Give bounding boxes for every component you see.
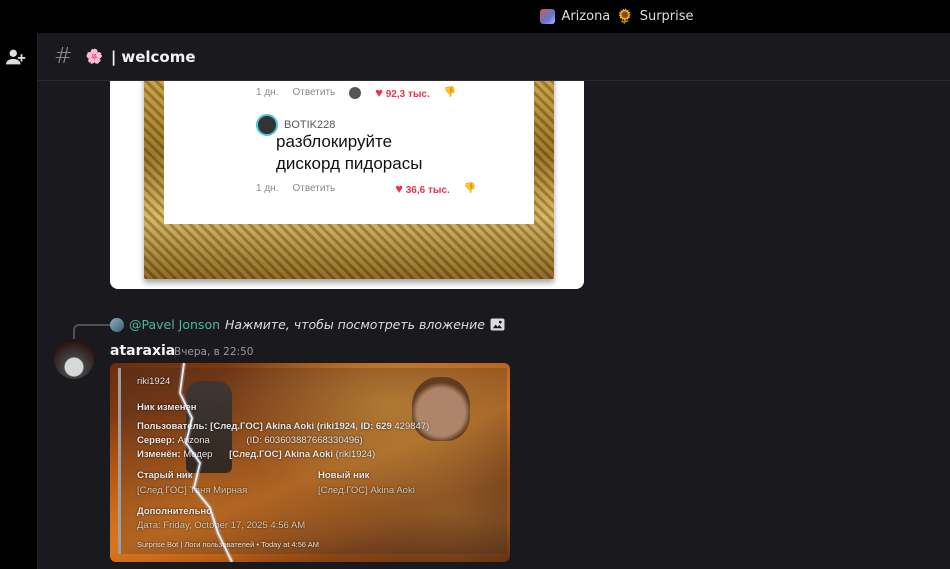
attached-image[interactable]: riki1924 Ник изменен Пользователь: [След… <box>110 363 510 562</box>
channel-name[interactable]: | welcome <box>111 48 196 66</box>
message-timestamp: Вчера, в 22:50 <box>174 346 254 358</box>
add-friend-icon[interactable] <box>5 46 27 68</box>
comment-time-2: 1 дн. <box>256 183 279 194</box>
image-icon <box>490 318 505 331</box>
meme-canvas: 1 дн. Ответить ♥ 92,3 тыс. 👎 BOTIK228 ра… <box>164 81 534 224</box>
reply-preview[interactable]: Нажмите, чтобы посмотреть вложение <box>225 317 485 332</box>
embed-author: riki1924 <box>137 376 171 387</box>
comment-avatar <box>256 114 278 136</box>
comment-reply: Ответить <box>292 87 336 98</box>
comment-username: BOTIK228 <box>284 119 336 131</box>
message-list[interactable]: 1 дн. Ответить ♥ 92,3 тыс. 👎 BOTIK228 ра… <box>38 81 950 569</box>
changed-user: (riki1924) <box>335 449 376 460</box>
channel-header: # 🌸 | welcome <box>38 33 950 81</box>
avatar[interactable] <box>54 339 94 379</box>
channel-separator: | <box>110 47 117 66</box>
message-author[interactable]: ataraxia <box>110 343 175 359</box>
reply-avatar <box>110 317 124 332</box>
reply-connector <box>73 324 111 340</box>
new-nick-label: Новый ник <box>318 470 370 481</box>
comment-line-1: разблокируйте <box>276 132 393 151</box>
comment-meta-row-2: 1 дн. Ответить ♥ 36,6 тыс. 👎 <box>256 181 476 196</box>
date-label: Дата: <box>137 520 161 531</box>
server-label: Сервер: <box>137 435 175 446</box>
channel-name-text: welcome <box>121 47 196 66</box>
comment-meta-row: 1 дн. Ответить ♥ 92,3 тыс. 👎 <box>256 85 456 100</box>
dislike-icon: 👎 <box>463 183 477 194</box>
mini-avatar <box>349 86 362 99</box>
comment-line-2: дискорд пидорасы <box>276 154 423 173</box>
server-name: Arizona <box>561 9 611 24</box>
user-value-tail: 429847) <box>394 421 430 432</box>
comment-likes: 92,3 тыс. <box>385 89 430 100</box>
reply-username[interactable]: @Pavel Jonson <box>129 317 220 332</box>
flower-icon: 🌸 <box>85 48 103 65</box>
hash-icon: # <box>54 44 73 69</box>
server-suffix: Surprise <box>639 9 694 24</box>
server-icon <box>540 9 556 24</box>
heart-icon: ♥ <box>395 181 403 196</box>
sunflower-icon: 🌻 <box>616 8 634 25</box>
left-rail <box>0 33 38 569</box>
comment-text: разблокируйте дискорд пидорасы <box>276 131 422 175</box>
comment-likes-2: 36,6 тыс. <box>405 185 450 196</box>
dislike-icon: 👎 <box>443 87 457 98</box>
lightning-bolt <box>177 363 235 562</box>
new-nick-value: [След.ГОС] Akina Aoki <box>318 485 415 496</box>
reply-reference[interactable]: @Pavel Jonson Нажмите, чтобы посмотреть … <box>110 317 505 332</box>
meme-image[interactable]: 1 дн. Ответить ♥ 92,3 тыс. 👎 BOTIK228 ра… <box>110 81 584 289</box>
server-id: (ID: 603603887668330496) <box>246 435 363 446</box>
heart-icon: ♥ <box>375 85 383 100</box>
comment-reply-2: Ответить <box>292 183 336 194</box>
comment-time: 1 дн. <box>256 87 279 98</box>
title-bar: Arizona 🌻 Surprise <box>0 0 950 33</box>
